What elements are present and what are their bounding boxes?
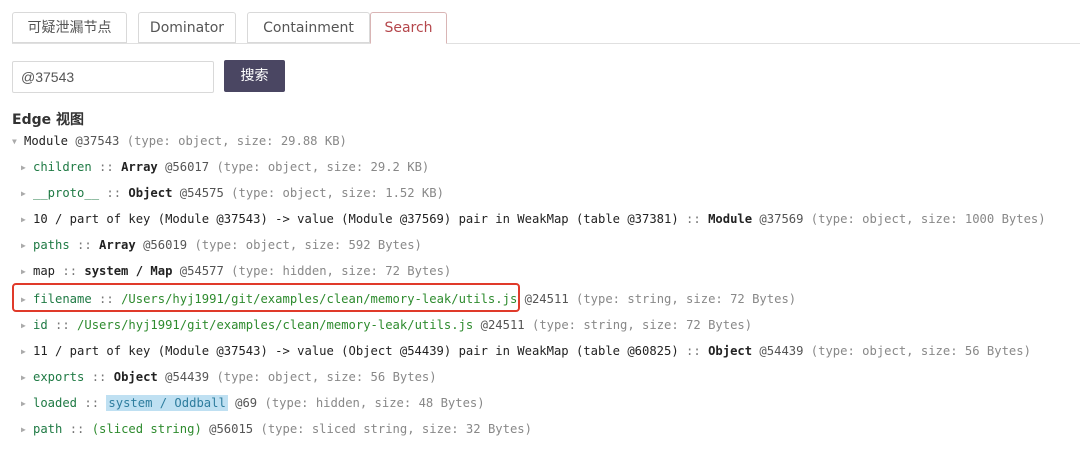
edge-sep: :: xyxy=(47,318,78,332)
edge-key: exports xyxy=(33,370,85,384)
node-addr: @54575 xyxy=(172,186,232,200)
tab-containment[interactable]: Containment xyxy=(247,12,370,43)
caret-right-icon[interactable]: ▶ xyxy=(21,237,33,255)
tab-suspected-leaks[interactable]: 可疑泄漏节点 xyxy=(12,12,127,43)
node-addr: @54439 xyxy=(157,370,217,384)
caret-right-icon[interactable]: ▶ xyxy=(21,263,33,281)
node-meta: (type: object, size: 56 Bytes) xyxy=(216,370,437,384)
string-value: (sliced string) xyxy=(91,422,202,436)
edge-sep: :: xyxy=(91,292,122,306)
tree-row-filename[interactable]: ▶ filename :: /Users/hyj1991/git/examples… xyxy=(21,290,796,308)
node-meta: (type: object, size: 1.52 KB) xyxy=(231,186,444,200)
node-meta: (type: object, size: 29.2 KB) xyxy=(216,160,430,174)
node-class: Array xyxy=(121,160,158,174)
node-class: Object xyxy=(128,186,173,200)
node-addr: @37569 xyxy=(752,212,811,226)
string-value: /Users/hyj1991/git/examples/clean/memory… xyxy=(121,292,518,306)
tree-row[interactable]: ▶ paths :: Array @56019 (type: object, si… xyxy=(21,236,422,254)
edge-sep: :: xyxy=(84,370,114,384)
tree-row[interactable]: ▶ path :: (sliced string) @56015 (type: s… xyxy=(21,420,532,438)
tree-row[interactable]: ▶ children :: Array @56017 (type: object,… xyxy=(21,158,429,176)
caret-down-icon[interactable]: ▼ xyxy=(12,133,24,151)
node-meta: (type: sliced string, size: 32 Bytes) xyxy=(260,422,532,436)
node-meta: (type: object, size: 592 Bytes) xyxy=(194,238,422,252)
node-addr: @24511 xyxy=(473,318,532,332)
edge-sep: :: xyxy=(55,264,85,278)
edge-sep: :: xyxy=(69,238,100,252)
edge-sep: :: xyxy=(77,396,107,410)
node-meta: (type: object, size: 56 Bytes) xyxy=(810,344,1031,358)
edge-label: 11 / part of key (Module @37543) -> valu… xyxy=(33,344,679,358)
edge-key: paths xyxy=(33,238,70,252)
node-addr: @54577 xyxy=(172,264,232,278)
node-addr: @56017 xyxy=(157,160,217,174)
edge-label: map xyxy=(33,264,56,278)
tab-dominator[interactable]: Dominator xyxy=(138,12,236,43)
caret-right-icon[interactable]: ▶ xyxy=(21,291,33,309)
caret-right-icon[interactable]: ▶ xyxy=(21,369,33,387)
node-addr: @24511 xyxy=(517,292,576,306)
edge-key: loaded xyxy=(33,396,78,410)
root-meta: (type: object, size: 29.88 KB) xyxy=(126,134,347,148)
node-class: Object xyxy=(708,344,753,358)
node-meta: (type: hidden, size: 72 Bytes) xyxy=(231,264,452,278)
root-name: Module xyxy=(24,134,69,148)
edge-key: id xyxy=(33,318,48,332)
edge-sep: :: xyxy=(99,186,129,200)
caret-right-icon[interactable]: ▶ xyxy=(21,395,33,413)
root-addr: @37543 xyxy=(75,134,120,148)
node-meta: (type: string, size: 72 Bytes) xyxy=(576,292,797,306)
node-class: system / Map xyxy=(84,264,173,278)
caret-right-icon[interactable]: ▶ xyxy=(21,421,33,439)
node-addr: @56019 xyxy=(135,238,195,252)
caret-right-icon[interactable]: ▶ xyxy=(21,317,33,335)
edge-sep: :: xyxy=(62,422,92,436)
node-meta: (type: hidden, size: 48 Bytes) xyxy=(264,396,485,410)
edge-sep: :: xyxy=(678,212,709,226)
edge-key: filename xyxy=(33,292,92,306)
node-addr: @56015 xyxy=(201,422,261,436)
edge-key: __proto__ xyxy=(33,186,100,200)
tree-row[interactable]: ▶ exports :: Object @54439 (type: object,… xyxy=(21,368,437,386)
tree-row[interactable]: ▶ map :: system / Map @54577 (type: hidde… xyxy=(21,262,451,280)
search-input[interactable] xyxy=(12,61,214,93)
search-button[interactable]: 搜索 xyxy=(224,60,285,92)
caret-right-icon[interactable]: ▶ xyxy=(21,185,33,203)
edge-view-title: Edge 视图 xyxy=(12,112,84,128)
node-meta: (type: string, size: 72 Bytes) xyxy=(531,318,753,332)
edge-key: children xyxy=(33,160,92,174)
node-meta: (type: object, size: 1000 Bytes) xyxy=(810,212,1046,226)
tab-bar: 可疑泄漏节点 Dominator Containment Search xyxy=(12,12,1080,44)
tree-row[interactable]: ▶ 11 / part of key (Module @37543) -> val… xyxy=(21,342,1031,360)
edge-key: path xyxy=(33,422,63,436)
tree-row[interactable]: ▶ id :: /Users/hyj1991/git/examples/clean… xyxy=(21,316,752,334)
edge-label: 10 / part of key (Module @37543) -> valu… xyxy=(33,212,679,226)
tree-row[interactable]: ▶ loaded :: system / Oddball @69 (type: h… xyxy=(21,394,485,412)
node-class: Object xyxy=(113,370,158,384)
edge-sep: :: xyxy=(678,344,709,358)
tree-row[interactable]: ▶ __proto__ :: Object @54575 (type: objec… xyxy=(21,184,444,202)
node-addr: @54439 xyxy=(752,344,811,358)
node-class: Array xyxy=(99,238,136,252)
oddball-badge: system / Oddball xyxy=(106,395,228,411)
node-addr: @69 xyxy=(227,396,265,410)
caret-right-icon[interactable]: ▶ xyxy=(21,211,33,229)
caret-right-icon[interactable]: ▶ xyxy=(21,159,33,177)
edge-sep: :: xyxy=(91,160,122,174)
node-class: Module xyxy=(708,212,753,226)
string-value: /Users/hyj1991/git/examples/clean/memory… xyxy=(77,318,474,332)
tab-search[interactable]: Search xyxy=(370,12,447,44)
caret-right-icon[interactable]: ▶ xyxy=(21,343,33,361)
tree-row[interactable]: ▶ 10 / part of key (Module @37543) -> val… xyxy=(21,210,1046,228)
tree-root-row[interactable]: ▼ Module @37543 (type: object, size: 29.8… xyxy=(12,132,347,150)
